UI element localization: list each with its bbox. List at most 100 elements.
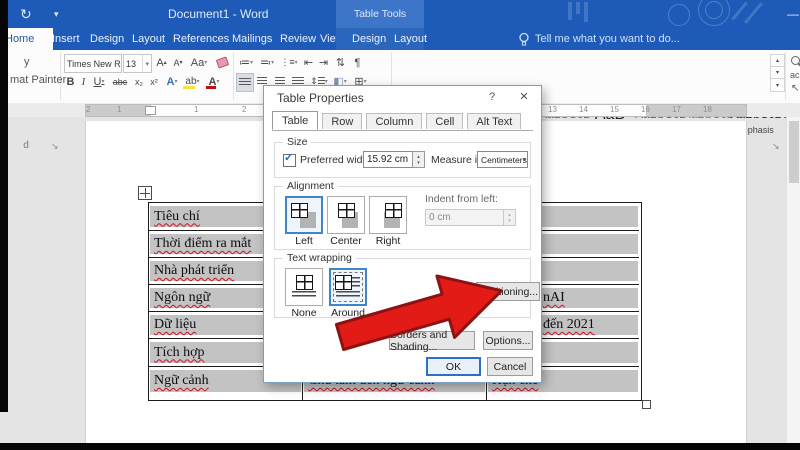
font-size-combo[interactable]: 13 ▾ (123, 54, 152, 73)
decorative-bar (576, 2, 580, 14)
ribbon-tab-row: Home Insert Design Layout References Mai… (8, 28, 800, 50)
grow-font-button[interactable]: A▴ (154, 54, 169, 71)
help-button[interactable]: ? (477, 86, 507, 108)
tab-layout[interactable]: Layout (132, 28, 165, 50)
font-family-combo[interactable]: Times New Ro ▾ (64, 54, 122, 73)
table-resize-handle[interactable] (642, 400, 651, 409)
tell-me-box[interactable]: Tell me what you want to do... (535, 28, 680, 50)
close-icon[interactable]: ✕ (509, 86, 539, 108)
preferred-width-input[interactable]: 15.92 cm (363, 151, 413, 168)
text-highlight-button[interactable]: ab▾ (182, 73, 203, 90)
styles-dialog-launcher[interactable]: ↘ (772, 141, 780, 152)
dialog-tab-cell[interactable]: Cell (426, 113, 463, 129)
decorative-bar (568, 2, 572, 20)
change-case-button[interactable]: Aa▾ (188, 54, 210, 71)
copy-button[interactable]: y (24, 56, 30, 68)
bullets-button[interactable]: ≔▾ (237, 54, 255, 71)
group-separator (233, 52, 234, 100)
minimize-button[interactable]: — (787, 0, 799, 28)
align-center-option[interactable] (327, 196, 365, 234)
preferred-width-spinner[interactable]: ▴▾ (412, 151, 425, 168)
align-left-option[interactable] (285, 196, 323, 234)
ruler-number: 2 (242, 105, 246, 114)
align-right-option[interactable] (369, 196, 407, 234)
underline-button[interactable]: U▾ (90, 73, 108, 90)
tab-home[interactable]: Home (8, 28, 53, 50)
subscript-button[interactable]: x₂ (132, 73, 146, 90)
dialog-tab-column[interactable]: Column (366, 113, 422, 129)
text-effects-button[interactable]: A▾ (164, 73, 180, 90)
ruler-number: 2 (86, 105, 90, 114)
scrollbar-thumb[interactable] (789, 121, 799, 183)
lightbulb-icon (518, 32, 530, 47)
measure-in-dropdown[interactable]: Centimeters ▾ (477, 151, 528, 168)
tab-design[interactable]: Design (90, 28, 124, 50)
find-search-icon[interactable] (791, 56, 800, 65)
decorative-circle (668, 4, 690, 26)
clipboard-group-label: d (18, 140, 34, 151)
window-title: Document1 - Word (168, 0, 268, 28)
replace-icon[interactable]: ac (790, 70, 800, 80)
alignment-group: Alignment Left Center Right Indent from … (274, 186, 531, 250)
decorative-circle (705, 1, 723, 19)
decorative-bar (731, 2, 747, 21)
styles-gallery-more[interactable]: ▾ (770, 78, 785, 92)
size-group: Size ✓ Preferred width: 15.92 cm ▴▾ Meas… (274, 142, 531, 178)
ruler-number: 1 (117, 105, 121, 114)
dialog-title: Table Properties (277, 91, 364, 105)
preferred-width-checkbox[interactable]: ✓ (283, 154, 296, 167)
font-color-button[interactable]: A▾ (205, 73, 223, 90)
pilcrow-button[interactable]: ¶ (351, 54, 364, 71)
decrease-indent-button[interactable]: ⇤ (302, 54, 315, 71)
tab-insert[interactable]: Insert (52, 28, 80, 50)
sort-button[interactable]: ⇅ (333, 54, 348, 71)
undo-icon[interactable]: ↻ (20, 0, 32, 28)
ruler-number: 13 (548, 105, 557, 114)
vertical-scrollbar[interactable] (786, 117, 800, 443)
ruler-margin-marker[interactable] (145, 106, 156, 115)
superscript-button[interactable]: x² (147, 73, 161, 90)
multilevel-list-button[interactable]: ⋮≡▾ (279, 54, 299, 71)
dialog-tab-strip: Table Row Column Cell Alt Text (272, 111, 533, 131)
strikethrough-button[interactable]: abc (110, 73, 130, 90)
letterbox-bottom (0, 443, 800, 450)
italic-button[interactable]: I (78, 73, 89, 90)
indent-from-left-label: Indent from left: (425, 193, 498, 205)
group-separator (785, 52, 786, 100)
tab-review[interactable]: Review (280, 28, 316, 50)
align-left-button[interactable] (236, 73, 254, 92)
tab-mailings[interactable]: Mailings (232, 28, 272, 50)
table-align-left-icon (290, 202, 318, 229)
tab-table-design[interactable]: Design (352, 28, 386, 50)
table-tools-label: Table Tools (336, 0, 424, 28)
dialog-tab-table[interactable]: Table (272, 111, 318, 130)
indent-from-left-input[interactable]: 0 cm (425, 209, 504, 226)
chevron-down-icon: ▾ (523, 156, 526, 163)
dialog-tab-row[interactable]: Row (322, 113, 362, 129)
ruler-number: 1 (194, 105, 198, 114)
tab-table-layout[interactable]: Layout (394, 28, 427, 50)
decorative-bar (744, 2, 763, 24)
bold-button[interactable]: B (64, 73, 77, 90)
table-tools-chip: Table Tools (336, 0, 424, 28)
table-align-right-icon (374, 202, 402, 229)
clipboard-dialog-launcher[interactable]: ↘ (51, 141, 59, 152)
format-painter-button[interactable]: mat Painter (10, 74, 66, 86)
indent-spinner[interactable]: ▴▾ (503, 209, 516, 226)
increase-indent-button[interactable]: ⇥ (317, 54, 330, 71)
size-group-label: Size (283, 136, 311, 148)
letterbox-left (0, 0, 8, 412)
customize-quick-access-icon[interactable]: ▾ (54, 0, 59, 28)
table-align-center-icon (332, 202, 360, 229)
table-move-handle[interactable] (138, 186, 152, 200)
shrink-font-button[interactable]: A▾ (171, 54, 185, 71)
tab-references[interactable]: References (173, 28, 229, 50)
annotation-arrow (300, 245, 520, 365)
word-window: ↻ ▾ Document1 - Word Table Tools — Home … (0, 0, 800, 450)
alignment-group-label: Alignment (283, 180, 338, 192)
dialog-tab-alttext[interactable]: Alt Text (467, 113, 521, 129)
numbering-button[interactable]: ≕▾ (258, 54, 276, 71)
ruler-number: 16 (641, 105, 650, 114)
select-arrow-icon[interactable]: ↖ (791, 83, 799, 94)
clear-formatting-button[interactable] (214, 54, 230, 71)
